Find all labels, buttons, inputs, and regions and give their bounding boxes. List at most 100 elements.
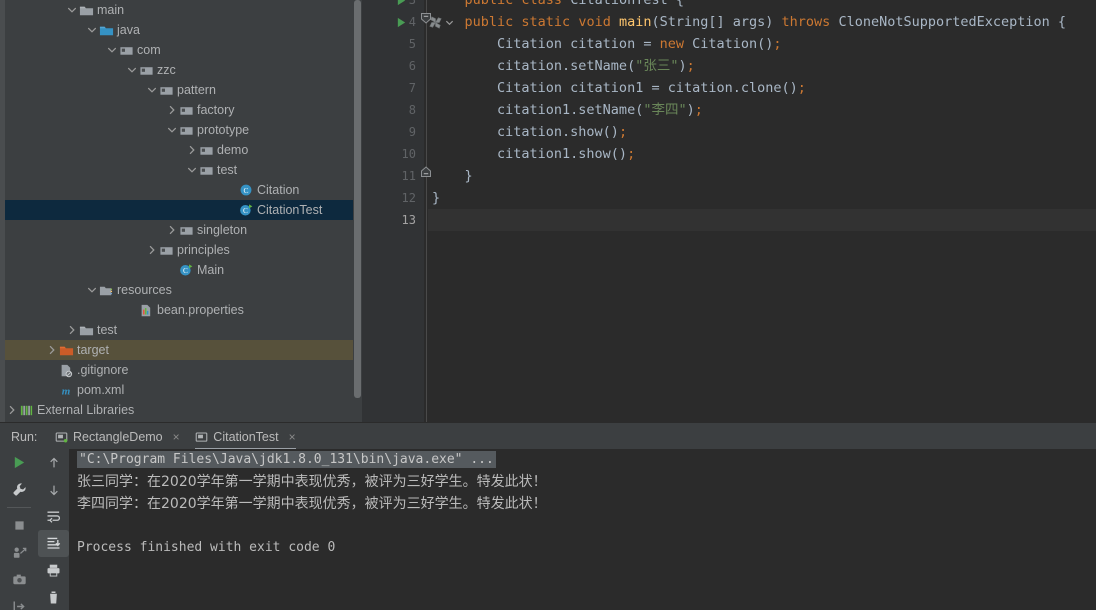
chevron-down-icon[interactable] xyxy=(67,5,77,15)
print-button[interactable] xyxy=(38,557,69,584)
stop-button[interactable] xyxy=(0,512,38,539)
stop-icon[interactable] xyxy=(12,518,27,533)
print-icon[interactable] xyxy=(46,563,61,578)
export-button[interactable] xyxy=(0,593,38,610)
tree-node-test[interactable]: test xyxy=(5,160,353,180)
tree-node-main[interactable]: main xyxy=(5,0,353,20)
chevron-down-icon[interactable] xyxy=(107,45,117,55)
tree-node-zzc[interactable]: zzc xyxy=(5,60,353,80)
tree-node-demo[interactable]: demo xyxy=(5,140,353,160)
tree-node-external-libraries[interactable]: External Libraries xyxy=(5,400,353,420)
scroll-to-end-button[interactable] xyxy=(38,530,69,557)
tree-node-factory[interactable]: factory xyxy=(5,100,353,120)
dump-threads-button[interactable] xyxy=(0,539,38,566)
code-line[interactable]: citation.show(); xyxy=(428,121,1096,143)
chevron-down-icon[interactable] xyxy=(127,65,137,75)
run-tab-rectangledemo[interactable]: RectangleDemo × xyxy=(55,424,180,450)
gutter-fold-marker[interactable] xyxy=(420,11,433,33)
next-occurrence-button[interactable] xyxy=(38,476,69,503)
tree-node-test[interactable]: test xyxy=(5,320,353,340)
chevron-right-icon[interactable] xyxy=(47,345,57,355)
tree-expander[interactable] xyxy=(105,40,118,60)
edit-configuration-button[interactable] xyxy=(0,476,38,503)
dump-threads-icon[interactable] xyxy=(12,545,27,560)
tree-expander[interactable] xyxy=(65,0,78,20)
close-icon[interactable]: × xyxy=(289,430,296,444)
chevron-down-icon[interactable] xyxy=(87,285,97,295)
tree-node-bean-properties[interactable]: bean.properties xyxy=(5,300,353,320)
export-icon[interactable] xyxy=(12,599,27,610)
run-triangle-icon[interactable] xyxy=(396,17,407,28)
fold-marker-icon[interactable] xyxy=(420,166,432,178)
tree-expander[interactable] xyxy=(145,80,158,100)
tree-node-singleton[interactable]: singleton xyxy=(5,220,353,240)
tree-expander[interactable] xyxy=(85,280,98,300)
console-output[interactable]: "C:\Program Files\Java\jdk1.8.0_131\bin\… xyxy=(69,449,1096,610)
editor-code-area[interactable]: public class CitationTest { public stati… xyxy=(428,0,1096,422)
scroll-to-end-icon[interactable] xyxy=(46,536,61,551)
rerun-button[interactable] xyxy=(0,449,38,476)
arrow-up-icon[interactable] xyxy=(47,456,61,470)
soft-wrap-button[interactable] xyxy=(38,503,69,530)
previous-occurrence-button[interactable] xyxy=(38,449,69,476)
chevron-down-icon[interactable] xyxy=(147,85,157,95)
fold-marker-icon[interactable] xyxy=(420,12,432,24)
soft-wrap-icon[interactable] xyxy=(46,509,61,524)
tree-expander[interactable] xyxy=(5,400,18,420)
code-line[interactable] xyxy=(428,209,1096,231)
code-line[interactable]: public class CitationTest { xyxy=(428,0,1096,11)
code-line[interactable]: citation1.setName("李四"); xyxy=(428,99,1096,121)
trash-icon[interactable] xyxy=(46,590,61,605)
tree-expander[interactable] xyxy=(145,240,158,260)
wrench-icon[interactable] xyxy=(12,482,27,497)
tree-node-resources[interactable]: resources xyxy=(5,280,353,300)
snapshot-button[interactable] xyxy=(0,566,38,593)
camera-icon[interactable] xyxy=(12,572,27,587)
chevron-down-icon[interactable] xyxy=(167,125,177,135)
code-editor[interactable]: 3 4 5 6 7 8 9 10 11 12 13 public class CitationTes… xyxy=(362,0,1096,422)
scrollbar-thumb[interactable] xyxy=(354,0,361,398)
editor-gutter[interactable]: 3 4 5 6 7 8 9 10 11 12 13 xyxy=(362,0,424,422)
tree-expander[interactable] xyxy=(165,100,178,120)
tree-expander[interactable] xyxy=(45,340,58,360)
tree-node-pom-xml[interactable]: m pom.xml xyxy=(5,380,353,400)
code-line[interactable]: citation.setName("张三"); xyxy=(428,55,1096,77)
chevron-right-icon[interactable] xyxy=(147,245,157,255)
tree-node-target[interactable]: target xyxy=(5,340,353,360)
gutter-run-button[interactable] xyxy=(395,11,409,33)
code-line[interactable]: public static void main(String[] args) t… xyxy=(428,11,1096,33)
tree-expander[interactable] xyxy=(165,220,178,240)
tree-node-citationtest[interactable]: C CitationTest xyxy=(5,200,353,220)
tree-expander[interactable] xyxy=(65,320,78,340)
gutter-fold-marker[interactable] xyxy=(420,165,433,187)
code-line[interactable]: } xyxy=(428,165,1096,187)
tree-expander[interactable] xyxy=(125,60,138,80)
tree-node-citation[interactable]: C Citation xyxy=(5,180,353,200)
project-tree-scrollbar[interactable] xyxy=(353,0,362,422)
tree-node-main[interactable]: C Main xyxy=(5,260,353,280)
tree-node-pattern[interactable]: pattern xyxy=(5,80,353,100)
code-line[interactable]: Citation citation = new Citation(); xyxy=(428,33,1096,55)
chevron-down-icon[interactable] xyxy=(445,18,454,27)
tree-node-com[interactable]: com xyxy=(5,40,353,60)
code-line[interactable]: citation1.show(); xyxy=(428,143,1096,165)
tree-expander[interactable] xyxy=(165,120,178,140)
tree-expander[interactable] xyxy=(185,140,198,160)
chevron-right-icon[interactable] xyxy=(67,325,77,335)
run-triangle-icon[interactable] xyxy=(396,0,407,6)
close-icon[interactable]: × xyxy=(173,430,180,444)
code-line[interactable]: Citation citation1 = citation.clone(); xyxy=(428,77,1096,99)
chevron-right-icon[interactable] xyxy=(187,145,197,155)
tree-node-prototype[interactable]: prototype xyxy=(5,120,353,140)
rerun-icon[interactable] xyxy=(12,455,27,470)
tree-expander[interactable] xyxy=(85,20,98,40)
chevron-right-icon[interactable] xyxy=(167,225,177,235)
chevron-down-icon[interactable] xyxy=(187,165,197,175)
code-line[interactable]: } xyxy=(428,187,1096,209)
clear-all-button[interactable] xyxy=(38,584,69,610)
chevron-right-icon[interactable] xyxy=(167,105,177,115)
tree-node-principles[interactable]: principles xyxy=(5,240,353,260)
gutter-run-button[interactable] xyxy=(395,0,409,11)
arrow-down-icon[interactable] xyxy=(47,483,61,497)
tree-node--gitignore[interactable]: .gitignore xyxy=(5,360,353,380)
